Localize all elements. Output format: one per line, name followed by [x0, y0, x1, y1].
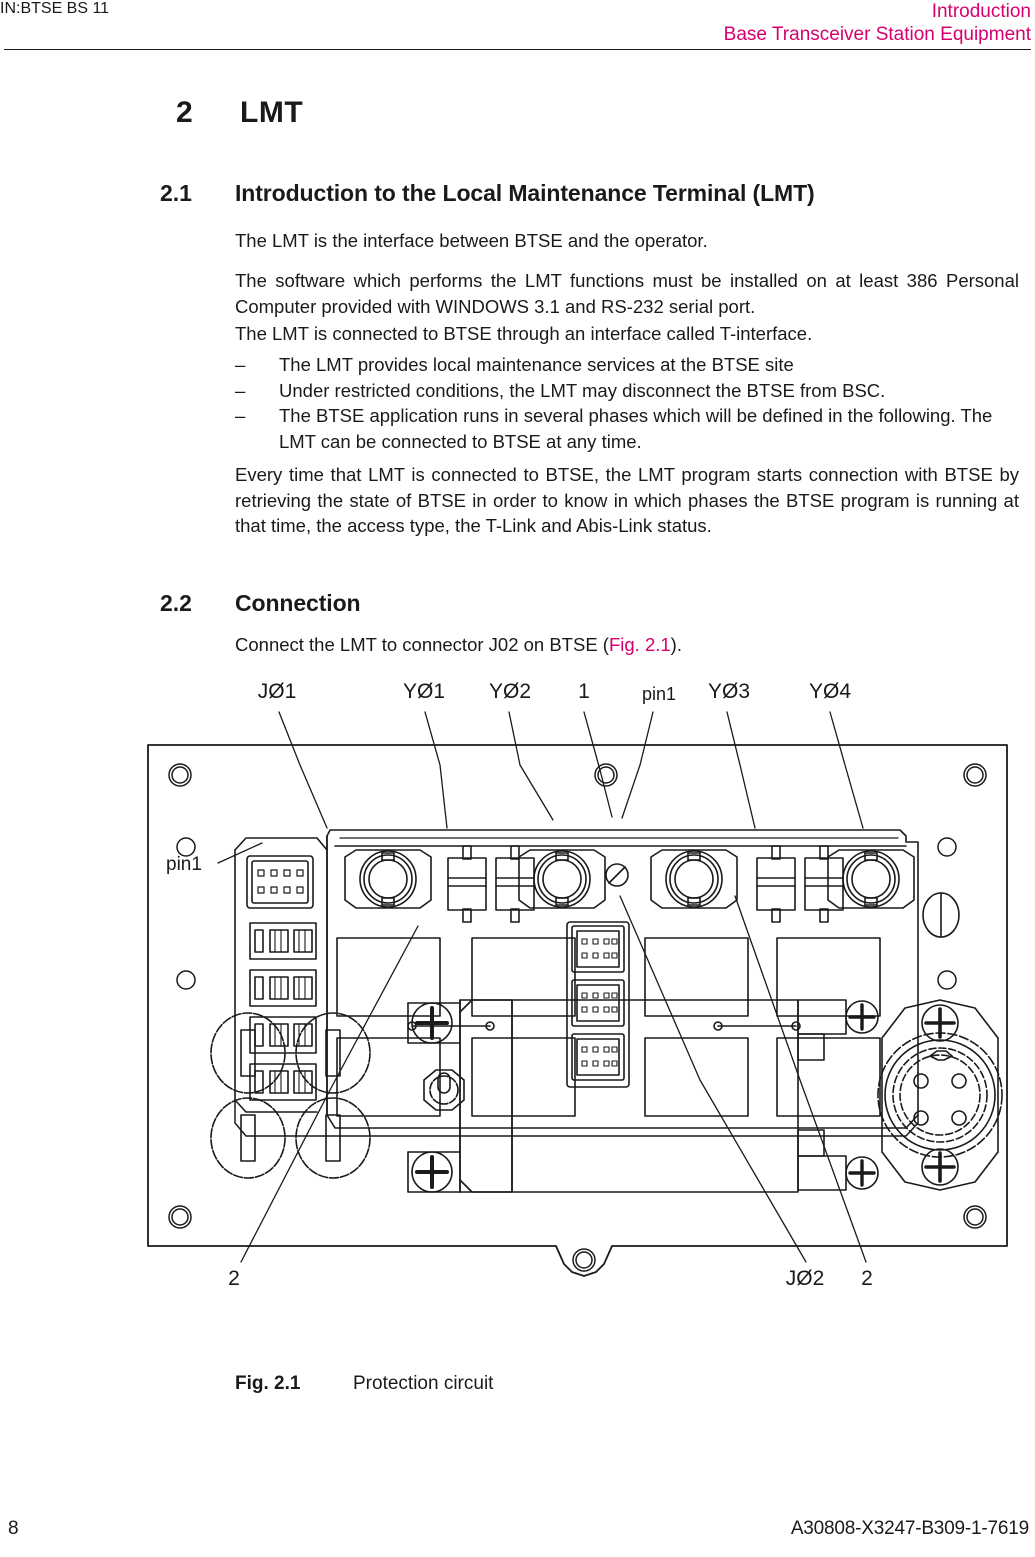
protection-module-body — [407, 999, 799, 1193]
terminal-strip-left — [249, 922, 317, 1101]
list-item-text: The BTSE application runs in several pha… — [279, 405, 993, 452]
bolt-bottom-left — [168, 1205, 192, 1229]
bolt-top-left — [168, 763, 192, 787]
section-2-1-closing-paragraph: Every time that LMT is connected to BTSE… — [235, 464, 1019, 536]
j01-pins — [257, 869, 304, 894]
header-right-line2: Base Transceiver Station Equipment — [723, 24, 1031, 45]
link-bar-right — [713, 1021, 801, 1031]
section-2-1-title: Introduction to the Local Maintenance Te… — [235, 180, 815, 206]
block-upper-right-2 — [776, 937, 881, 1017]
terminal-block — [249, 1063, 317, 1101]
header-right-block: Introduction Base Transceiver Station Eq… — [724, 0, 1031, 46]
callout-y03: YØ3 — [708, 680, 750, 703]
cylindrical-component-2 — [495, 845, 535, 923]
j02-screw-top — [921, 1004, 959, 1042]
center-pin-header-1 — [571, 925, 625, 973]
connector-j01 — [246, 855, 314, 909]
callout-2-left: 2 — [228, 1267, 240, 1290]
section-2-2-title: Connection — [235, 590, 361, 616]
terminal-block — [249, 922, 317, 960]
block-upper-right-1 — [644, 937, 749, 1017]
connection-text-after-link: ). — [670, 634, 682, 655]
terminal-block — [249, 969, 317, 1007]
section-2-1-dash-list: – The LMT provides local maintenance ser… — [235, 352, 1019, 454]
j02-pin-2 — [951, 1073, 967, 1089]
list-bullet: – — [235, 354, 246, 375]
j02-screw-bottom — [921, 1148, 959, 1186]
list-item: – The BTSE application runs in several p… — [235, 403, 1019, 454]
cylindrical-component-1 — [447, 845, 487, 923]
center-pin-header-2 — [571, 979, 625, 1027]
grommet-4 — [295, 1097, 371, 1179]
bolt-bottom-notch — [572, 1248, 596, 1272]
callout-pin1-left: pin1 — [166, 854, 202, 875]
hole-left-lower — [176, 970, 196, 990]
footer-page-number: 8 — [8, 1518, 19, 1539]
list-item: – The LMT provides local maintenance ser… — [235, 352, 1019, 378]
section-2-1-paragraph-2: The software which performs the LMT func… — [235, 270, 1019, 317]
chapter-title: LMT — [240, 96, 304, 129]
right-tab-top — [797, 999, 847, 1061]
phillips-screw-right-bottom — [845, 1156, 879, 1190]
footer-document-id: A30808-X3247-B309-1-7619 — [790, 1518, 1029, 1539]
circular-connector-j02 — [877, 999, 1003, 1191]
figure-protection-circuit: JØ1 YØ1 YØ2 1 pin1 YØ3 YØ4 pin1 2 JØ2 2 — [0, 660, 1035, 1300]
callout-2-right: 2 — [861, 1267, 873, 1290]
hole-right-upper — [937, 837, 957, 857]
callout-y02: YØ2 — [489, 680, 531, 703]
round-connector-y01 — [344, 849, 432, 909]
center-pin-header-group — [566, 921, 630, 1088]
section-2-2-number: 2.2 — [160, 590, 192, 616]
center-pin-header-3 — [571, 1033, 625, 1081]
header-right-line1: Introduction — [931, 1, 1031, 22]
chapter-number: 2 — [176, 96, 193, 129]
list-item-text: The LMT provides local maintenance servi… — [279, 354, 794, 375]
callout-pin1-top: pin1 — [642, 684, 676, 704]
cylindrical-component-4 — [804, 845, 844, 923]
callout-j02: JØ2 — [786, 1267, 825, 1290]
section-2-1-paragraph-3: The LMT is connected to BTSE through an … — [235, 323, 813, 344]
callout-1: 1 — [578, 680, 590, 703]
callout-y01: YØ1 — [403, 680, 445, 703]
figure-caption-label: Fig. 2.1 — [235, 1373, 301, 1394]
hex-bolt-left-middle — [423, 1069, 465, 1111]
page-header: IN:BTSE BS 11 Introduction Base Transcei… — [0, 0, 1035, 50]
callout-j01: JØ1 — [258, 680, 297, 703]
slotted-screw-center-top — [605, 863, 629, 887]
cylindrical-component-3 — [756, 845, 796, 923]
list-bullet: – — [235, 405, 246, 426]
hole-right-lower — [937, 970, 957, 990]
list-item: – Under restricted conditions, the LMT m… — [235, 378, 1019, 404]
bolt-top-right — [963, 763, 987, 787]
bolt-bottom-right — [963, 1205, 987, 1229]
connection-text-before-link: Connect the LMT to connector J02 on BTSE… — [235, 634, 609, 655]
block-upper-left-2 — [471, 937, 576, 1017]
list-item-text: Under restricted conditions, the LMT may… — [279, 379, 886, 401]
section-2-1-number: 2.1 — [160, 180, 192, 206]
round-connector-y03 — [650, 849, 738, 909]
section-2-2-paragraph: Connect the LMT to connector J02 on BTSE… — [235, 632, 1019, 658]
block-lower-right-1 — [644, 1037, 749, 1117]
slotted-adjuster-right — [922, 892, 960, 938]
section-2-1-paragraph-1: The LMT is the interface between BTSE an… — [235, 230, 708, 251]
callout-y04: YØ4 — [809, 680, 851, 703]
header-divider — [4, 49, 1031, 50]
phillips-screw-right-top — [845, 1000, 879, 1034]
phillips-screw-left-top — [411, 1002, 453, 1044]
phillips-screw-left-bottom — [411, 1151, 453, 1193]
figure-cross-reference-link[interactable]: Fig. 2.1 — [609, 634, 671, 655]
list-bullet: – — [235, 379, 246, 401]
j02-pin-4 — [951, 1110, 967, 1126]
terminal-block — [249, 1016, 317, 1054]
block-lower-right-2 — [776, 1037, 881, 1117]
figure-caption-text: Protection circuit — [353, 1373, 494, 1394]
callout-leader-lines-top — [278, 711, 864, 829]
j02-pin-1 — [913, 1073, 929, 1089]
grommet-3 — [210, 1097, 286, 1179]
block-lower-left-2 — [471, 1037, 576, 1117]
bolt-top-center — [594, 763, 618, 787]
figure-caption: Fig. 2.1 Protection circuit — [235, 1373, 493, 1395]
